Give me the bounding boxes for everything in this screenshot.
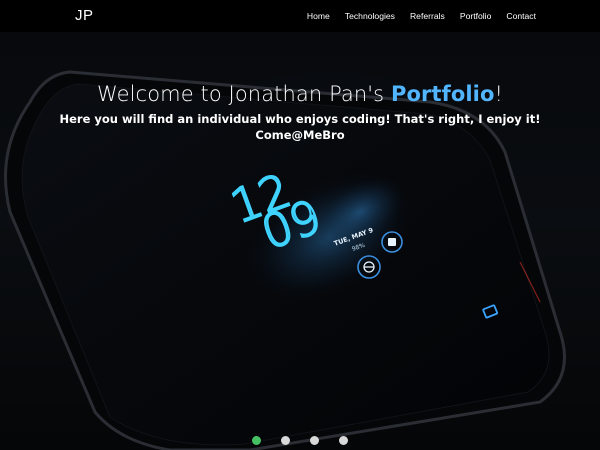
headline-suffix: ! [494,82,504,106]
top-navbar: JP Home Technologies Referrals Portfolio… [0,0,600,32]
hero-headline: Welcome to Jonathan Pan's Portfolio! [0,82,600,106]
nav-link-referrals[interactable]: Referrals [410,11,445,21]
carousel-indicator-3[interactable] [310,436,319,445]
carousel-indicators [0,436,600,445]
hero-carousel: 12 09 TUE, MAY 9 98% Welcome to Jonathan… [0,32,600,450]
nav-link-home[interactable]: Home [307,11,330,21]
nav-links: Home Technologies Referrals Portfolio Co… [292,0,536,32]
headline-accent: Portfolio [390,82,495,106]
brand-logo[interactable]: JP [75,7,94,24]
nav-link-contact[interactable]: Contact [506,11,536,21]
carousel-caption: Welcome to Jonathan Pan's Portfolio! Her… [0,82,600,143]
nav-link-technologies[interactable]: Technologies [345,11,395,21]
hero-subtitle: Here you will find an individual who enj… [0,111,600,143]
carousel-indicator-4[interactable] [339,436,348,445]
hero-subtitle-line-2: Come@MeBro [255,128,345,142]
hero-subtitle-line-1: Here you will find an individual who enj… [59,112,541,126]
carousel-indicator-2[interactable] [281,436,290,445]
nav-link-portfolio[interactable]: Portfolio [460,11,492,21]
carousel-indicator-1[interactable] [252,436,261,445]
headline-prefix: Welcome to Jonathan Pan's [96,82,391,106]
